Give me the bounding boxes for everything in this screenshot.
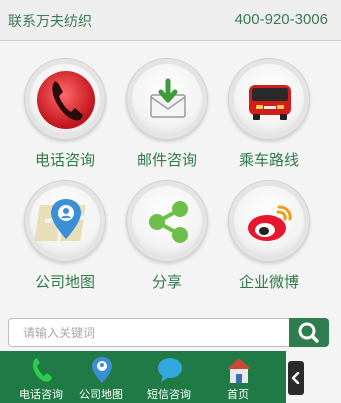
map-pin-icon (92, 357, 112, 383)
nav-item-label: 公司地图 (79, 388, 123, 401)
grid-item-label: 邮件咨询 (136, 151, 197, 169)
chevron-left-icon (291, 372, 300, 384)
grid-item-map[interactable]: 公司地图 (14, 180, 114, 304)
search-bar (8, 318, 329, 347)
phone-icon (32, 358, 52, 382)
top-header: 联系万夫纺织 400-920-3006 (0, 0, 341, 41)
search-icon (298, 322, 319, 343)
nav-item-map[interactable]: 公司地图 (66, 351, 136, 403)
home-icon (227, 358, 251, 383)
map-pin-icon (24, 180, 106, 262)
header-title: 联系万夫纺织 (8, 14, 92, 30)
bus-icon (228, 58, 310, 140)
grid-item-label: 公司地图 (34, 273, 95, 291)
nav-item-label: 首页 (227, 388, 249, 401)
grid-item-label: 乘车路线 (238, 151, 299, 169)
phone-icon (24, 58, 106, 140)
grid-item-weibo[interactable]: 企业微博 (218, 180, 318, 304)
search-button[interactable] (289, 318, 329, 347)
nav-item-home[interactable]: 首页 (203, 351, 273, 403)
grid-item-mail[interactable]: 邮件咨询 (116, 58, 216, 182)
bottom-nav: 电话咨询 公司地图 短信咨询 首页 (0, 351, 286, 403)
nav-item-sms[interactable]: 短信咨询 (134, 351, 204, 403)
nav-item-label: 短信咨询 (147, 388, 191, 401)
header-phone-number[interactable]: 400-920-3006 (235, 11, 328, 28)
weibo-icon (228, 180, 310, 262)
grid-item-label: 企业微博 (238, 273, 299, 291)
share-icon (126, 180, 208, 262)
chat-bubble-icon (158, 358, 182, 382)
grid-item-share[interactable]: 分享 (116, 180, 216, 304)
grid-item-phone[interactable]: 电话咨询 (14, 58, 114, 182)
grid-item-label: 分享 (151, 273, 182, 291)
grid-item-bus[interactable]: 乘车路线 (218, 58, 318, 182)
grid-item-label: 电话咨询 (34, 151, 95, 169)
search-input[interactable] (8, 318, 290, 347)
collapse-toggle-button[interactable] (288, 361, 304, 395)
mail-icon (126, 58, 208, 140)
